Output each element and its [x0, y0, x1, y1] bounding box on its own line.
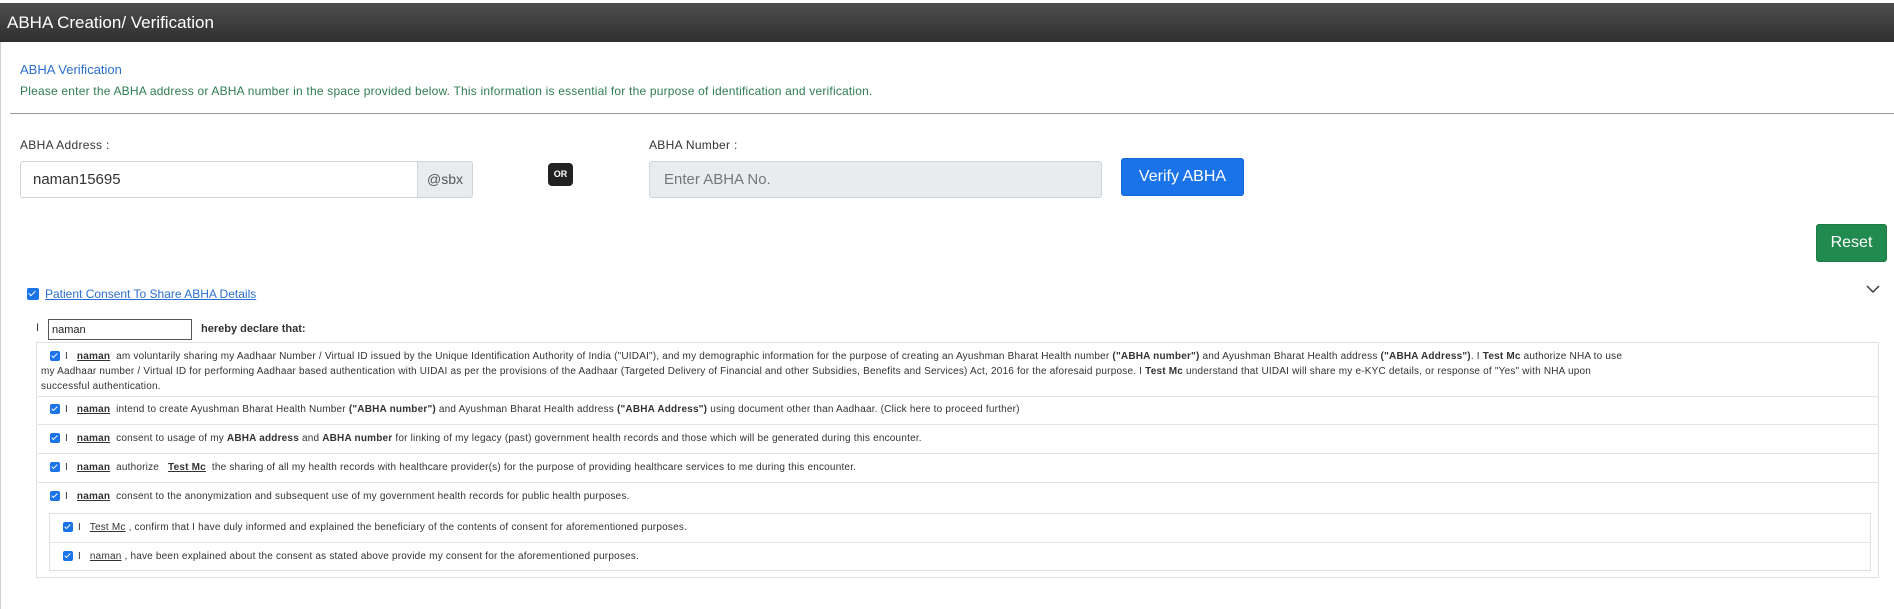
provider-name: Test Mc [1145, 366, 1184, 377]
i-label: I [65, 433, 68, 444]
declaration-text: hereby declare that: [201, 323, 306, 335]
text-segment: consent to the anonymization and subsequ… [116, 491, 630, 502]
declaration-i: I [36, 322, 40, 334]
text-segment: and Ayushman Bharat Health address [1199, 351, 1381, 362]
bold-segment: ABHA address [226, 433, 299, 444]
bold-segment: ("ABHA number") [348, 404, 436, 415]
text-segment: intend to create Ayushman Bharat Health … [116, 404, 349, 415]
confirmation-text: I naman , have been explained about the … [78, 549, 639, 564]
bold-segment: ("ABHA Address") [616, 404, 708, 415]
abha-number-input[interactable] [649, 161, 1102, 198]
reset-button[interactable]: Reset [1816, 224, 1887, 262]
patient-name: naman [76, 404, 111, 415]
verify-abha-button[interactable]: Verify ABHA [1121, 158, 1244, 196]
bold-segment: ("ABHA number") [1112, 351, 1200, 362]
text-segment: authorize NHA to use [1520, 351, 1623, 362]
bold-segment: ("ABHA Address") [1380, 351, 1471, 362]
text-segment: . I [1470, 351, 1483, 362]
section-description: Please enter the ABHA address or ABHA nu… [20, 84, 873, 98]
abha-address-suffix: @sbx [417, 161, 473, 198]
confirmation-list: I Test Mc , confirm that I have duly inf… [49, 513, 1871, 571]
or-badge: OR [548, 163, 573, 186]
consent-item-aadhaar-line3: successful authentication. [41, 379, 161, 394]
text-segment: am voluntarily sharing my Aadhaar Number… [116, 351, 1113, 362]
patient-name: naman [76, 491, 111, 502]
row-separator [38, 482, 1878, 483]
confirmation-checkbox[interactable] [63, 522, 73, 532]
i-label: I [65, 404, 68, 415]
text-segment: successful authentication. [41, 381, 161, 392]
row-separator [38, 453, 1878, 454]
consent-item-checkbox[interactable] [50, 462, 60, 472]
text-segment: and [298, 433, 323, 444]
consent-item-aadhaar-line2: my Aadhaar number / Virtual ID for perfo… [41, 364, 1591, 379]
patient-name: naman [89, 551, 122, 562]
section-title: ABHA Verification [20, 62, 122, 77]
patient-name: naman [76, 462, 111, 473]
consent-item-checkbox[interactable] [50, 433, 60, 443]
consent-item-text: I naman am voluntarily sharing my Aadhaa… [65, 349, 1622, 364]
row-separator [38, 424, 1878, 425]
row-separator [38, 396, 1878, 397]
text-segment: the sharing of all my health records wit… [211, 462, 857, 473]
declarant-name-input[interactable] [48, 319, 192, 340]
i-label: I [78, 522, 81, 533]
confirmation-checkbox[interactable] [63, 551, 73, 561]
bold-segment: ABHA number [322, 433, 393, 444]
text-segment: understand that UIDAI will share my e-KY… [1183, 366, 1592, 377]
abha-address-label: ABHA Address : [20, 138, 110, 152]
chevron-down-icon[interactable] [1866, 282, 1880, 296]
text-segment: authorize [116, 462, 160, 473]
consent-item-checkbox[interactable] [50, 491, 60, 501]
text-segment: for linking of my legacy (past) governme… [392, 433, 922, 444]
confirmation-text: I Test Mc , confirm that I have duly inf… [78, 520, 687, 535]
consent-item-text: I naman intend to create Ayushman Bharat… [65, 402, 1020, 417]
consent-item-text: I naman authorize Test Mc the sharing of… [65, 460, 856, 475]
i-label: I [65, 491, 68, 502]
consent-item-text: I naman consent to usage of my ABHA addr… [65, 431, 922, 446]
divider [10, 113, 1894, 114]
patient-name: naman [76, 351, 111, 362]
text-line: my Aadhaar number / Virtual ID for perfo… [41, 366, 1591, 377]
i-label: I [65, 351, 68, 362]
text-segment: using document other than Aadhaar. (Clic… [707, 404, 1020, 415]
window-title: ABHA Creation/ Verification [0, 3, 1894, 42]
consent-list: I naman am voluntarily sharing my Aadhaa… [36, 342, 1879, 578]
provider-name: Test Mc [168, 462, 206, 473]
text-segment: and Ayushman Bharat Health address [435, 404, 617, 415]
row-separator [50, 542, 1870, 543]
abha-number-label: ABHA Number : [649, 138, 738, 152]
patient-name: naman [76, 433, 111, 444]
text-segment: , confirm that I have duly informed and … [128, 522, 688, 533]
provider-name: Test Mc [1482, 351, 1521, 362]
consent-item-text: I naman consent to the anonymization and… [65, 489, 630, 504]
i-label: I [78, 551, 81, 562]
provider-name: Test Mc [89, 522, 126, 533]
consent-checkbox[interactable] [27, 288, 39, 300]
i-label: I [65, 462, 68, 473]
consent-item-checkbox[interactable] [50, 351, 60, 361]
text-segment: consent to usage of my [116, 433, 227, 444]
abha-address-input[interactable] [20, 161, 418, 198]
text-segment: my Aadhaar number / Virtual ID for perfo… [41, 366, 1146, 377]
consent-item-checkbox[interactable] [50, 404, 60, 414]
text-segment: , have been explained about the consent … [124, 551, 639, 562]
consent-toggle-link[interactable]: Patient Consent To Share ABHA Details [45, 287, 256, 301]
